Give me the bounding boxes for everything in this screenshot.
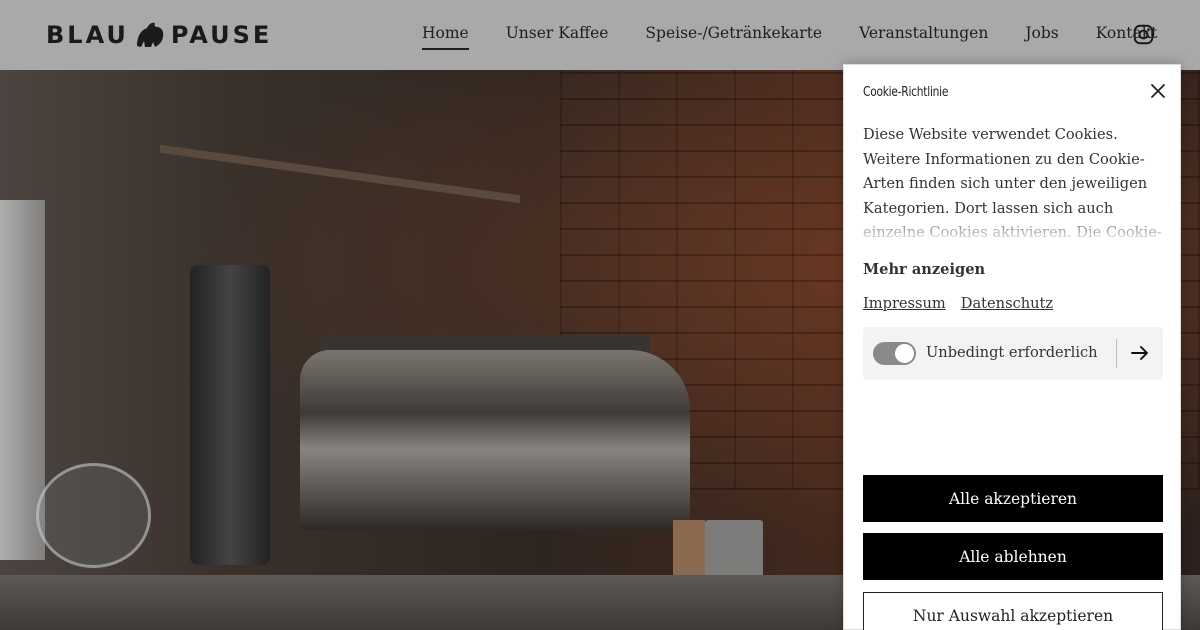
shelf xyxy=(160,144,520,204)
close-icon[interactable] xyxy=(1148,81,1168,101)
nav-veranstaltungen[interactable]: Veranstaltungen xyxy=(859,22,988,50)
cookie-text-container: Diese Website verwendet Cookies. Weitere… xyxy=(863,123,1167,241)
logo-mark-icon xyxy=(136,22,164,47)
necessary-toggle[interactable] xyxy=(873,342,916,365)
cookie-dialog: Cookie-Richtlinie Diese Website verwende… xyxy=(843,64,1181,630)
cup xyxy=(673,520,705,578)
nav-home[interactable]: Home xyxy=(422,22,469,50)
arrow-right-icon[interactable] xyxy=(1130,343,1150,363)
category-divider xyxy=(1116,339,1117,368)
show-more-link[interactable]: Mehr anzeigen xyxy=(863,261,985,278)
logo[interactable]: BLAU PAUSE xyxy=(46,20,272,50)
toggle-knob xyxy=(895,344,914,363)
cookie-category-necessary: Unbedingt erforderlich xyxy=(863,327,1163,380)
coffee-grinder xyxy=(190,265,270,565)
accept-selection-button[interactable]: Nur Auswahl akzeptieren xyxy=(863,592,1163,630)
espresso-machine xyxy=(300,350,690,530)
cookie-title: Cookie-Richtlinie xyxy=(863,85,949,100)
logo-text-left: BLAU xyxy=(46,21,129,49)
glass-bowl xyxy=(36,463,151,568)
legal-links: Impressum Datenschutz xyxy=(863,295,1068,312)
category-label: Unbedingt erforderlich xyxy=(926,344,1098,361)
impressum-link[interactable]: Impressum xyxy=(863,295,946,312)
reject-all-button[interactable]: Alle ablehnen xyxy=(863,533,1163,580)
site-header: BLAU PAUSE Home Unser Kaffee Speise-/Get… xyxy=(0,0,1200,70)
instagram-icon[interactable] xyxy=(1133,24,1154,45)
nav-jobs[interactable]: Jobs xyxy=(1025,22,1058,50)
nav-speisekarte[interactable]: Speise-/Getränkekarte xyxy=(645,22,822,50)
logo-text-right: PAUSE xyxy=(170,21,273,49)
nav-unser-kaffee[interactable]: Unser Kaffee xyxy=(506,22,609,50)
accept-all-button[interactable]: Alle akzeptieren xyxy=(863,475,1163,522)
main-nav: Home Unser Kaffee Speise-/Getränkekarte … xyxy=(402,22,1194,50)
datenschutz-link[interactable]: Datenschutz xyxy=(961,295,1053,312)
plant-pot xyxy=(705,520,763,580)
text-fade xyxy=(863,211,1167,241)
